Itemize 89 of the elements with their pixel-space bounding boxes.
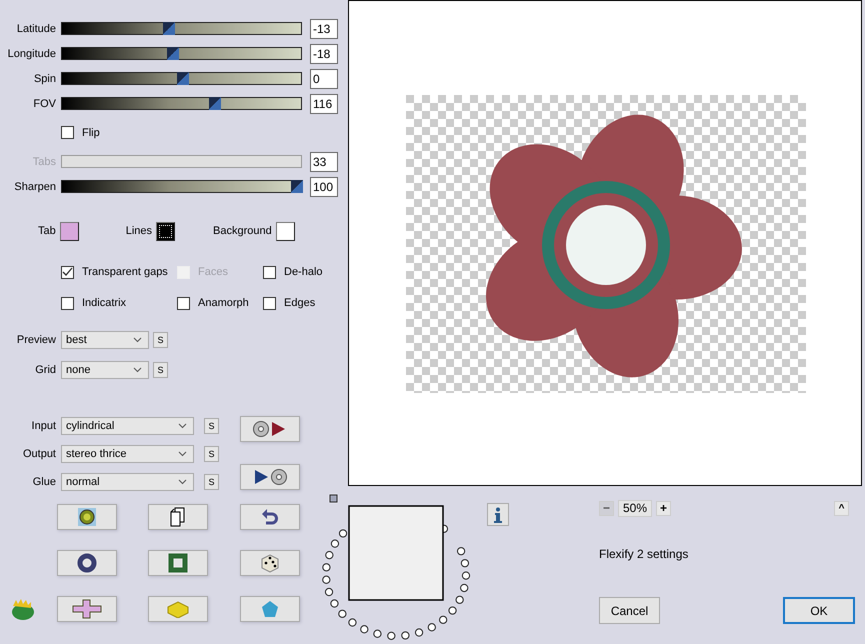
- settings-caption: Flexify 2 settings: [599, 547, 690, 561]
- arrow-disc-icon: [252, 468, 288, 486]
- checkbox-label: Edges: [284, 297, 316, 309]
- info-icon: [494, 506, 502, 522]
- value-field[interactable]: 116: [310, 94, 338, 114]
- checkbox-label: Transparent gaps: [82, 266, 168, 278]
- save-button[interactable]: [240, 464, 300, 490]
- slider-thumb[interactable]: [162, 22, 175, 35]
- checkbox[interactable]: [61, 266, 74, 278]
- slider-thumb[interactable]: [208, 97, 221, 110]
- slider-label: Latitude: [16, 22, 56, 34]
- undo-button[interactable]: [240, 504, 300, 530]
- dice-button[interactable]: [240, 550, 300, 576]
- cross-button[interactable]: [57, 596, 117, 622]
- value-field[interactable]: 0: [310, 68, 338, 88]
- chevron-icon: [178, 423, 187, 429]
- s-button[interactable]: S: [204, 418, 219, 434]
- dropdown-label: Grid: [34, 364, 56, 376]
- slider-track[interactable]: [61, 155, 302, 168]
- slider-track[interactable]: [61, 72, 302, 85]
- value-field[interactable]: -18: [310, 44, 338, 64]
- dialog-button[interactable]: Cancel: [599, 597, 660, 624]
- chevron-icon: [133, 337, 142, 343]
- undo-icon: [261, 508, 279, 526]
- bug-button[interactable]: [57, 504, 117, 530]
- dropdown[interactable]: none: [61, 361, 149, 379]
- slider-thumb[interactable]: [176, 72, 188, 85]
- info-button[interactable]: [487, 503, 509, 526]
- collapse-button[interactable]: ^: [834, 501, 849, 516]
- square-frame-icon: [168, 553, 188, 573]
- chevron-icon: [178, 451, 187, 457]
- zoom-out-button[interactable]: −: [599, 501, 614, 516]
- zoom-in-button[interactable]: +: [656, 501, 672, 516]
- dropdown-label: Preview: [16, 334, 56, 346]
- frame-button[interactable]: [148, 550, 208, 576]
- dropdown-label: Input: [30, 420, 56, 432]
- s-button[interactable]: S: [153, 362, 168, 378]
- slider-label: Sharpen: [13, 180, 56, 192]
- s-button[interactable]: S: [204, 446, 219, 462]
- checkbox-label: Flip: [82, 126, 100, 138]
- slider-thumb[interactable]: [167, 47, 180, 60]
- cross-icon: [72, 599, 102, 619]
- slider-label: Tabs: [32, 156, 56, 168]
- checkbox-label: Indicatrix: [82, 297, 126, 309]
- pages-icon: [170, 507, 186, 527]
- color-label: Tab: [38, 225, 56, 237]
- brick-icon: [166, 600, 190, 618]
- ring-icon: [77, 553, 97, 573]
- checkbox[interactable]: [263, 266, 276, 278]
- slider-track[interactable]: [61, 180, 302, 193]
- slider-track[interactable]: [61, 47, 302, 60]
- checkbox[interactable]: [177, 296, 190, 310]
- copy-button[interactable]: [148, 504, 208, 530]
- dropdown-label: Output: [22, 448, 56, 460]
- pentagon-icon: [261, 600, 279, 618]
- dropdown[interactable]: best: [61, 331, 149, 349]
- slider-track[interactable]: [61, 97, 302, 110]
- color-label: Background: [213, 225, 272, 237]
- brick-button[interactable]: [148, 596, 208, 622]
- dropdown-label: Glue: [32, 476, 56, 488]
- slider-label: Spin: [32, 72, 56, 84]
- s-button[interactable]: S: [204, 474, 219, 490]
- color-label: Lines: [126, 225, 152, 237]
- slider-track[interactable]: [61, 22, 302, 35]
- color-swatch[interactable]: [60, 222, 79, 240]
- s-button[interactable]: S: [153, 332, 168, 348]
- dropdown[interactable]: cylindrical: [61, 417, 194, 435]
- slider-thumb[interactable]: [291, 180, 303, 193]
- checkbox-label: Anamorph: [198, 297, 249, 309]
- zoom-level: 50%: [618, 500, 652, 517]
- dropdown[interactable]: stereo thrice: [61, 445, 194, 463]
- checkbox-label: De-halo: [284, 266, 323, 278]
- dropdown[interactable]: normal: [61, 473, 194, 491]
- value-field[interactable]: 100: [310, 176, 338, 196]
- load-button[interactable]: [240, 416, 300, 442]
- checkbox[interactable]: [263, 296, 276, 310]
- dice-icon: [260, 553, 280, 573]
- checkbox-label: Faces: [198, 266, 228, 278]
- chevron-icon: [178, 479, 187, 485]
- slider-label: Longitude: [6, 48, 56, 60]
- color-swatch[interactable]: [276, 222, 295, 240]
- checkbox[interactable]: [61, 296, 74, 310]
- value-field[interactable]: -13: [310, 18, 338, 38]
- ring-button[interactable]: [57, 550, 117, 576]
- color-swatch[interactable]: [156, 222, 176, 240]
- dialog-button[interactable]: OK: [783, 597, 855, 624]
- checkbox[interactable]: [61, 126, 74, 139]
- chevron-icon: [133, 367, 142, 373]
- slider-label: FOV: [32, 98, 56, 110]
